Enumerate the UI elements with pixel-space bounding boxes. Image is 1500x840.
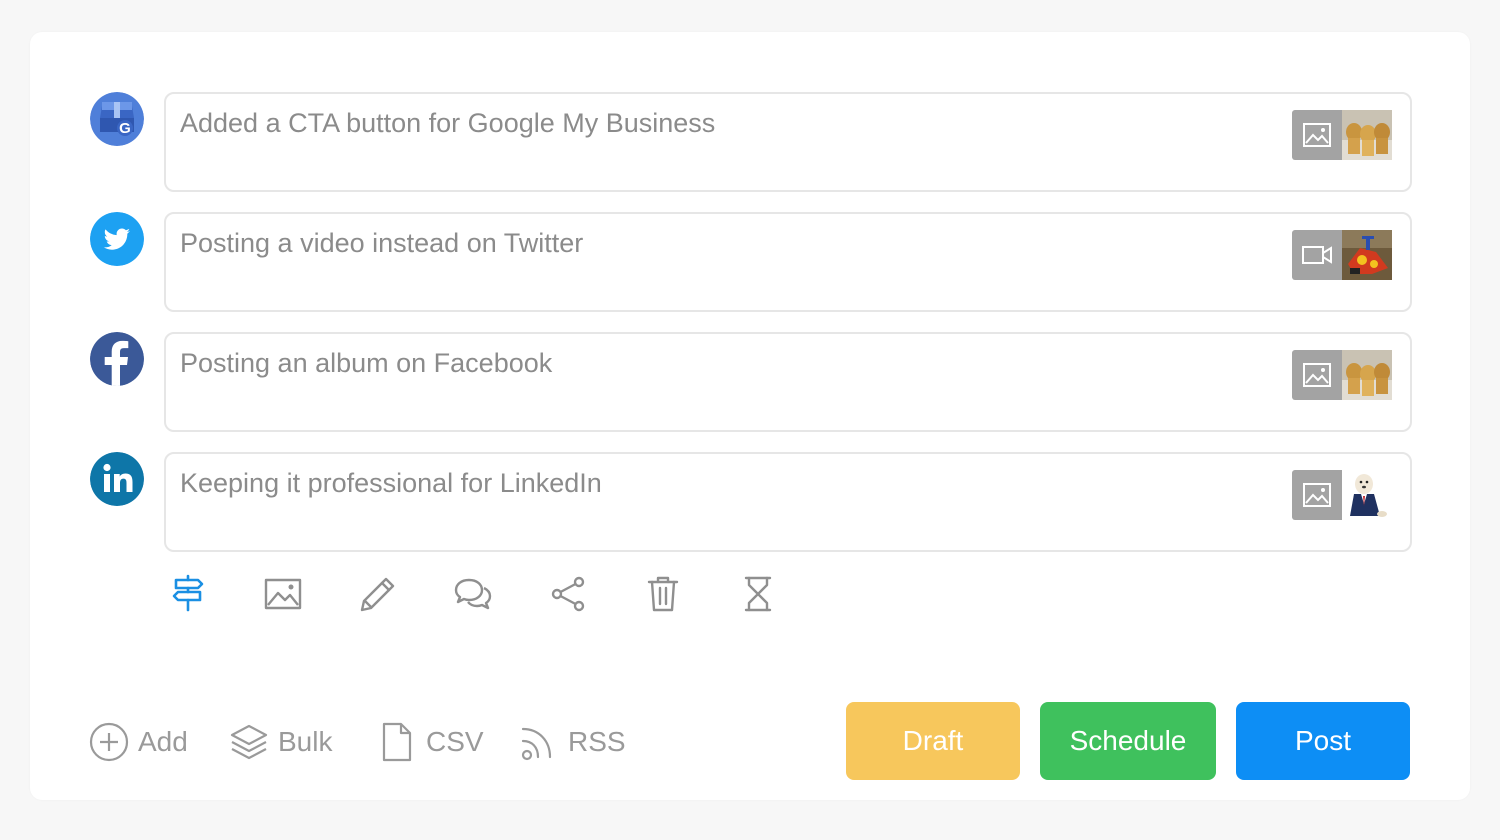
google-my-business-icon[interactable]: G	[90, 92, 144, 146]
post-text: Posting an album on Facebook	[180, 348, 553, 378]
bulk-label: Bulk	[278, 726, 333, 757]
post-row-linkedin: Keeping it professional for LinkedIn	[90, 452, 1412, 552]
rss-label: RSS	[568, 726, 626, 757]
draft-label: Draft	[902, 725, 964, 756]
signpost-icon[interactable]	[166, 572, 210, 616]
share-icon[interactable]	[546, 572, 590, 616]
facebook-icon[interactable]	[90, 332, 144, 386]
image-icon	[1292, 350, 1342, 400]
add-label: Add	[138, 726, 188, 757]
post-row-twitter: Posting a video instead on Twitter	[90, 212, 1412, 312]
layers-icon	[230, 724, 268, 760]
hourglass-icon[interactable]	[736, 572, 780, 616]
post-row-facebook: Posting an album on Facebook	[90, 332, 1412, 432]
csv-label: CSV	[426, 726, 484, 757]
post-label: Post	[1294, 725, 1352, 756]
image-icon	[1292, 470, 1342, 520]
media-attachment[interactable]	[1292, 110, 1392, 160]
csv-button[interactable]: CSV	[376, 720, 484, 764]
post-button[interactable]: Post	[1236, 702, 1410, 780]
video-icon	[1292, 230, 1342, 280]
media-attachment[interactable]	[1292, 470, 1392, 520]
rss-icon	[521, 727, 552, 761]
post-textbox[interactable]: Posting a video instead on Twitter	[164, 212, 1412, 312]
composer-card: G Added a CTA button for Google My Busin…	[30, 32, 1470, 800]
add-circle-icon	[89, 722, 129, 762]
media-attachment[interactable]	[1292, 230, 1392, 280]
schedule-button[interactable]: Schedule	[1040, 702, 1216, 780]
puppies-thumbnail	[1342, 110, 1392, 160]
svg-text:G: G	[119, 120, 131, 137]
dog-in-suit-thumbnail	[1342, 470, 1392, 520]
post-textbox[interactable]: Posting an album on Facebook	[164, 332, 1412, 432]
bulk-button[interactable]: Bulk	[228, 720, 332, 764]
twitter-icon[interactable]	[90, 212, 144, 266]
media-attachment[interactable]	[1292, 350, 1392, 400]
image-icon[interactable]	[261, 572, 305, 616]
post-textbox[interactable]: Added a CTA button for Google My Busines…	[164, 92, 1412, 192]
toy-scene-thumbnail	[1342, 230, 1392, 280]
post-text: Keeping it professional for LinkedIn	[180, 468, 602, 498]
rss-button[interactable]: RSS	[518, 720, 626, 764]
comments-icon[interactable]	[451, 572, 495, 616]
post-textbox[interactable]: Keeping it professional for LinkedIn	[164, 452, 1412, 552]
trash-icon[interactable]	[641, 572, 685, 616]
puppies-thumbnail	[1342, 350, 1392, 400]
file-icon	[382, 722, 412, 762]
post-text: Posting a video instead on Twitter	[180, 228, 584, 258]
image-icon	[1292, 110, 1342, 160]
schedule-label: Schedule	[1069, 725, 1187, 756]
post-text: Added a CTA button for Google My Busines…	[180, 108, 716, 138]
post-row-google: G Added a CTA button for Google My Busin…	[90, 92, 1412, 192]
linkedin-icon[interactable]	[90, 452, 144, 506]
pencil-icon[interactable]	[356, 572, 400, 616]
draft-button[interactable]: Draft	[846, 702, 1020, 780]
add-button[interactable]: Add	[88, 720, 188, 764]
